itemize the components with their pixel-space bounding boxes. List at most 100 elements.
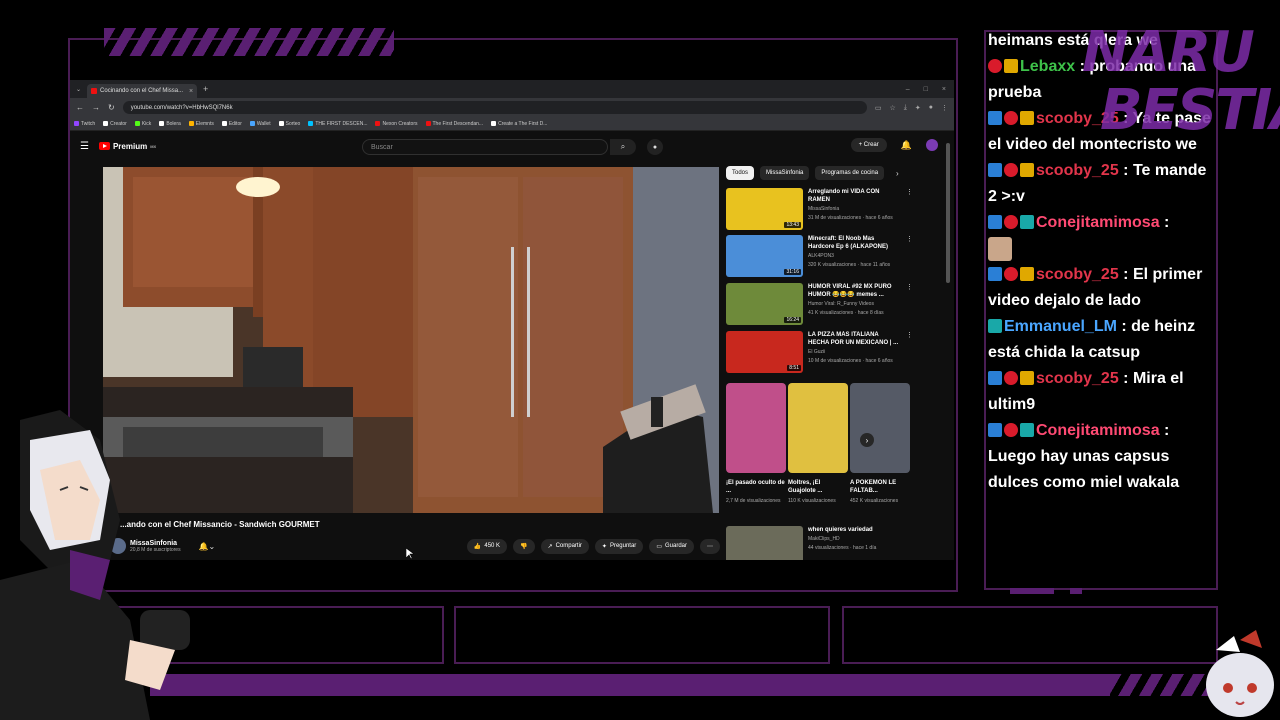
star-icon[interactable]: ☆ (890, 104, 896, 112)
menu-dots-icon[interactable]: ⋮ (941, 104, 948, 112)
maximize-icon[interactable]: □ (924, 86, 928, 93)
reload-icon[interactable]: ↻ (108, 103, 115, 112)
recommendation-channel: MissaSinfonia (808, 206, 840, 212)
notifications-bell-icon[interactable]: 🔔 (901, 140, 912, 151)
close-icon[interactable]: × (189, 88, 193, 95)
new-tab-icon[interactable]: + (203, 84, 208, 94)
chat-message: Conejitamimosa : (988, 210, 1216, 262)
recommendation-meta: 31 M de visualizaciones · hace 6 años (808, 215, 893, 221)
mouse-cursor-icon (406, 548, 414, 560)
more-options-icon[interactable]: ⋮ (906, 283, 914, 325)
mod-badge-icon (1020, 215, 1034, 229)
short-item[interactable]: ¡El pasado oculto de ... 2,7 M de visuali… (726, 383, 786, 505)
chat-username[interactable]: scooby_25 (1036, 370, 1119, 387)
youtube-favicon-icon (91, 88, 98, 94)
recommendation-item[interactable]: 16:24 HUMOR VIRAL #92 MX PURO HUMOR 😂😂😂 m… (726, 283, 914, 325)
recommendation-channel: El Guzii (808, 349, 826, 355)
bookmark-item[interactable]: THE FIRST DESCEN... (308, 121, 367, 127)
voice-search-button[interactable]: ● (647, 139, 663, 155)
search-input[interactable]: Buscar (362, 139, 608, 155)
recommendation-title: Minecraft: El Noob Mas Hardcore Ep 6 (AL… (808, 236, 889, 250)
recommendation-item[interactable]: when quieres variedad MakiClips_HD 44 vi… (726, 526, 914, 560)
short-item[interactable]: Moltres, ¡El Guajolote ... 110 K visualiz… (788, 383, 848, 505)
url-field[interactable]: youtube.com/watch?v=HbHwSQl7N6k (122, 101, 867, 114)
chip-channel[interactable]: MissaSinfonia (760, 166, 810, 180)
chevron-right-icon[interactable]: › (896, 169, 899, 178)
more-options-icon[interactable]: ⋮ (906, 331, 914, 373)
profile-icon[interactable]: ● (929, 104, 933, 112)
recommendation-item[interactable]: 13:43 Arreglando mi VIDA CON RAMEN MissaSi… (726, 188, 914, 230)
bookmark-item[interactable]: Creator (103, 121, 127, 127)
youtube-logo[interactable]: Premium MX (98, 142, 156, 151)
more-options-icon[interactable]: ⋮ (906, 235, 914, 277)
short-thumbnail (850, 383, 910, 473)
bookmark-favicon-icon (425, 121, 431, 126)
chat-message: Conejitamimosa : Luego hay unas capsus d… (988, 422, 1180, 491)
video-actions: 👍 450 K 👎 ↗ Compartir ✦ Preguntar ▭ Guardar … (466, 538, 720, 554)
chat-username[interactable]: Lebaxx (1020, 58, 1075, 75)
bookmark-item[interactable]: Editor (221, 121, 242, 127)
ask-button[interactable]: ✦ Preguntar (594, 538, 644, 554)
recommendation-meta: 320 K visualizaciones · hace 11 años (808, 262, 891, 268)
mod-badge-icon (988, 319, 1002, 333)
brand-line-2: BESTIA (1100, 78, 1280, 143)
download-icon[interactable]: ⤓ (904, 104, 907, 112)
window-close-icon[interactable]: × (942, 86, 946, 93)
bookmark-label: Nexon Creators (382, 120, 418, 127)
chat-username[interactable]: scooby_25 (1036, 162, 1119, 179)
page-scrollbar[interactable] (946, 143, 950, 283)
chat-username[interactable]: scooby_25 (1036, 266, 1119, 283)
like-button[interactable]: 👍 450 K (466, 538, 508, 554)
search-button[interactable]: ⌕ (610, 139, 636, 155)
extensions-icon[interactable]: ✦ (915, 104, 921, 112)
recommendation-info: Arreglando mi VIDA CON RAMEN MissaSinfoni… (808, 188, 901, 230)
back-icon[interactable]: ← (76, 103, 84, 112)
forward-icon[interactable]: → (92, 103, 100, 112)
recommendation-thumbnail: 16:24 (726, 283, 803, 325)
tab-bar: ⌄ Cocinando con el Chef Missa... × + – □… (70, 80, 954, 98)
browser-tab[interactable]: Cocinando con el Chef Missa... × (87, 84, 198, 98)
bookmark-item[interactable]: Nexon Creators (375, 120, 418, 127)
dislike-button[interactable]: 👎 (513, 538, 535, 554)
menu-icon[interactable]: ☰ (80, 141, 89, 152)
bookmark-favicon-icon (491, 121, 497, 126)
recommendation-item[interactable]: 31:16 Minecraft: El Noob Mas Hardcore Ep … (726, 235, 914, 277)
tab-list-icon[interactable]: ⌄ (76, 86, 81, 93)
more-options-icon[interactable]: ⋮ (906, 188, 914, 230)
create-button[interactable]: + Crear (850, 138, 887, 152)
chat-bottom-accent (1010, 588, 1054, 594)
bookmark-item[interactable]: Twitch (74, 121, 95, 127)
bookmark-item[interactable]: Bolera (159, 121, 181, 127)
minimize-icon[interactable]: – (906, 86, 910, 93)
account-avatar[interactable] (926, 139, 938, 151)
prime-badge-icon (988, 423, 1002, 437)
save-button[interactable]: ▭ Guardar (649, 538, 694, 554)
address-icons: ▭ ☆ ⤓ ✦ ● ⋮ (875, 104, 948, 112)
recommendation-title: when quieres variedad (808, 527, 873, 533)
short-thumbnail (788, 383, 848, 473)
chat-username[interactable]: Conejitamimosa (1036, 214, 1160, 231)
bookmark-item[interactable]: Create a The First D... (491, 121, 547, 127)
create-label: Crear (863, 142, 879, 148)
bookmark-item[interactable]: Wallet (249, 120, 271, 127)
bookmark-label: Kick (141, 120, 152, 127)
chip-cooking[interactable]: Programas de cocina (815, 166, 885, 180)
chat-username[interactable]: Conejitamimosa (1036, 422, 1160, 439)
bookmark-favicon-icon (74, 121, 79, 126)
bookmark-item[interactable]: Sorteo (278, 121, 300, 127)
recommendation-item[interactable]: 8:51 LA PIZZA MÁS ITALIANA HECHA POR UN M… (726, 331, 914, 373)
chip-all[interactable]: Todos (726, 166, 755, 180)
bookmark-item[interactable]: Elemnts (188, 121, 214, 127)
recommendation-channel: ALK4PON3 (808, 253, 834, 259)
bookmark-item[interactable]: Kick (134, 120, 152, 127)
cast-icon[interactable]: ▭ (875, 104, 882, 112)
shorts-next-button[interactable]: › (860, 433, 874, 447)
bookmark-label: Wallet (256, 120, 271, 127)
bookmark-item[interactable]: The First Descendan... (425, 121, 483, 127)
short-item[interactable]: A POKEMON LE FALTAB... 452 K visualizacio… (850, 383, 910, 505)
more-actions-button[interactable]: ⋯ (700, 538, 720, 554)
prime-badge-icon (988, 163, 1002, 177)
search-icon: ⌕ (620, 142, 626, 151)
share-button[interactable]: ↗ Compartir (540, 538, 589, 554)
chat-username[interactable]: Emmanuel_LM (1004, 318, 1117, 335)
